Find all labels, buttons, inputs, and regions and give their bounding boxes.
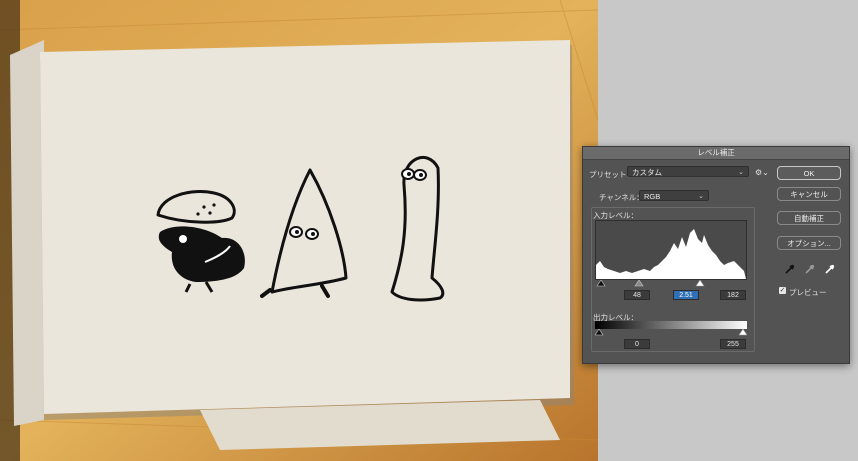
- chevron-down-icon: ⌄: [738, 169, 744, 176]
- input-black-field[interactable]: 48: [624, 290, 650, 300]
- channel-value: RGB: [644, 192, 661, 201]
- preset-options-gear-icon[interactable]: ⚙⌄: [755, 168, 769, 177]
- chevron-down-icon: ⌄: [698, 193, 704, 200]
- histogram-graph: [596, 221, 746, 279]
- ok-button[interactable]: OK: [777, 166, 841, 180]
- input-level-sliders: [596, 280, 705, 287]
- preset-value: カスタム: [632, 168, 662, 177]
- output-level-sliders: [595, 329, 747, 336]
- input-black-slider[interactable]: [596, 280, 606, 287]
- preset-select[interactable]: カスタム ⌄: [627, 166, 749, 177]
- histogram: [595, 220, 747, 280]
- dialog-title: レベル補正: [583, 147, 849, 160]
- output-black-field[interactable]: 0: [624, 339, 650, 349]
- cancel-button[interactable]: キャンセル: [777, 187, 841, 201]
- white-eyedropper-icon[interactable]: [825, 264, 835, 274]
- preview-checkbox[interactable]: ✓: [779, 287, 786, 294]
- auto-button[interactable]: 自動補正: [777, 211, 841, 225]
- options-button[interactable]: オプション...: [777, 236, 841, 250]
- input-gamma-field[interactable]: 2.51: [673, 290, 699, 300]
- output-gradient-bar: [595, 321, 747, 329]
- channel-select[interactable]: RGB ⌄: [639, 190, 709, 201]
- output-black-slider[interactable]: [595, 329, 604, 336]
- channel-label: チャンネル：: [599, 193, 644, 202]
- gray-eyedropper-icon[interactable]: [805, 264, 815, 274]
- output-white-slider[interactable]: [738, 329, 747, 336]
- input-gamma-slider[interactable]: [634, 280, 644, 287]
- input-white-field[interactable]: 182: [720, 290, 746, 300]
- preview-label: プレビュー: [789, 288, 827, 297]
- levels-dialog: レベル補正 プリセット： カスタム ⌄ ⚙⌄ チャンネル： RGB ⌄ 入力レベ…: [582, 146, 850, 364]
- output-white-field[interactable]: 255: [720, 339, 746, 349]
- input-white-slider[interactable]: [695, 280, 705, 287]
- black-eyedropper-icon[interactable]: [785, 264, 795, 274]
- photo-canvas: [0, 0, 598, 461]
